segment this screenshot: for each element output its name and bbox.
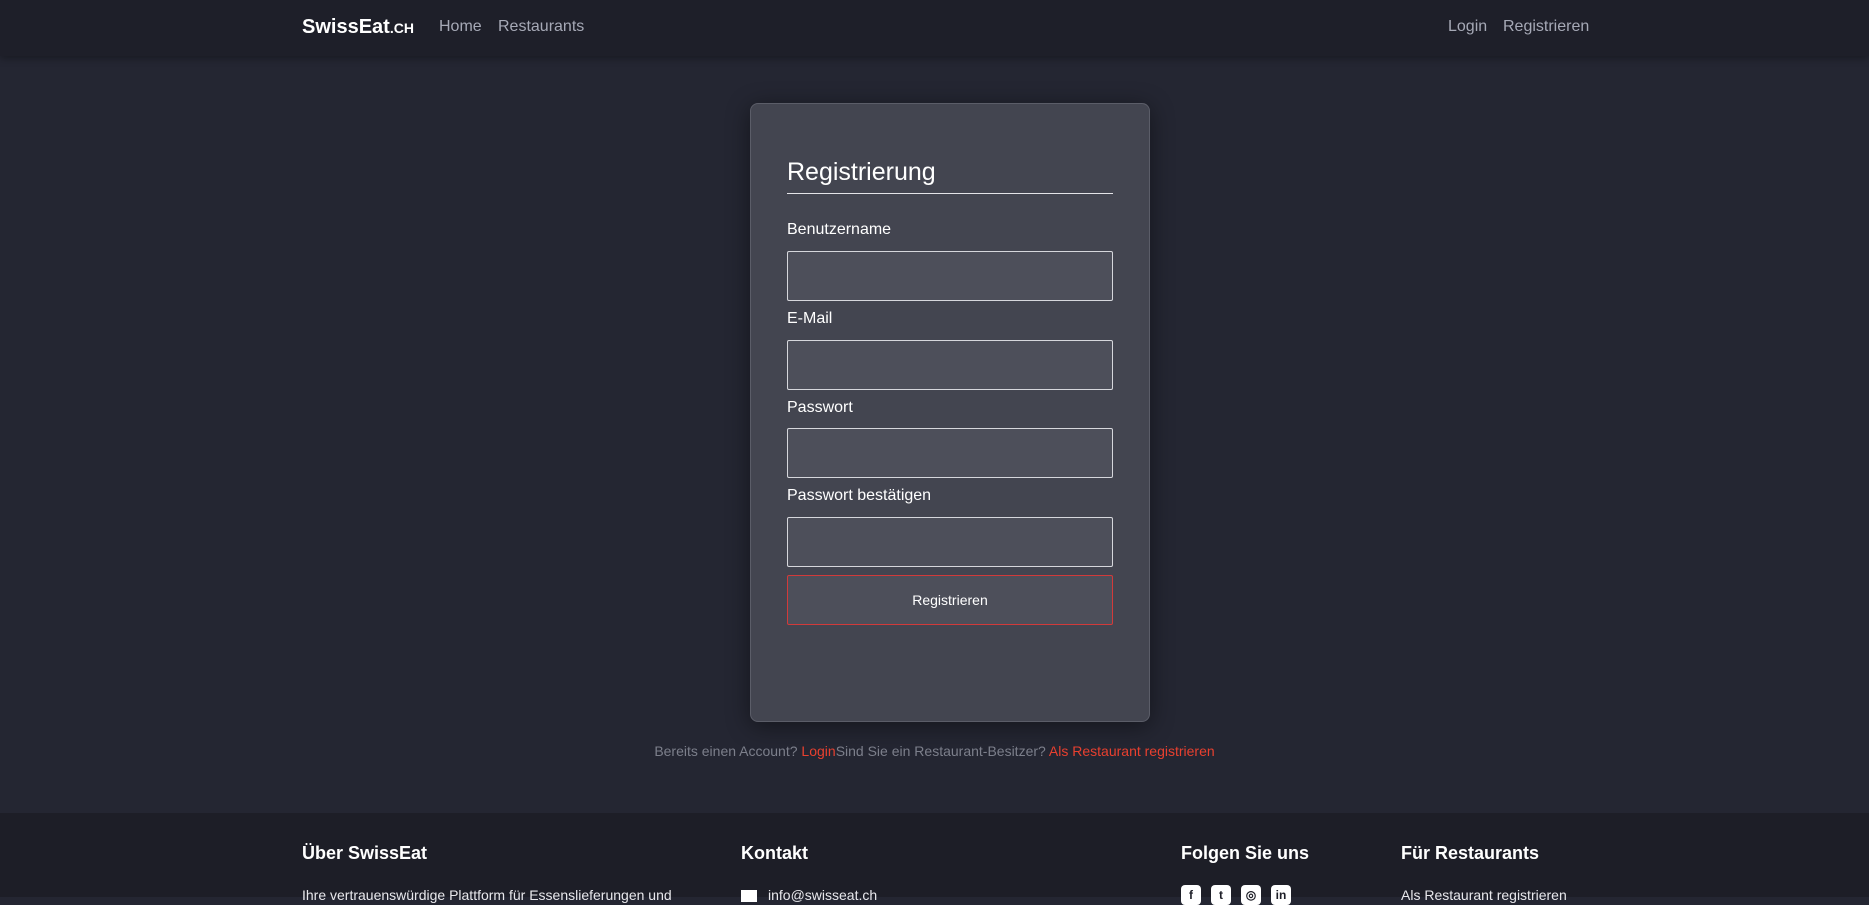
- password-input[interactable]: [787, 428, 1113, 478]
- page-footer: Über SwissEat Ihre vertrauenswürdige Pla…: [0, 813, 1869, 905]
- nav-login-link[interactable]: Login: [1448, 18, 1487, 36]
- footer-about-title: Über SwissEat: [302, 843, 428, 863]
- twitter-icon[interactable]: t: [1211, 885, 1231, 905]
- existing-account-text: Bereits einen Account?: [654, 743, 798, 759]
- facebook-icon[interactable]: f: [1181, 885, 1201, 905]
- brand-name: SwissEat: [302, 16, 390, 38]
- social-links: f t ◎ in: [1181, 885, 1291, 905]
- username-label: Benutzername: [787, 221, 892, 238]
- register-restaurant-link[interactable]: Als Restaurant registrieren: [1049, 743, 1215, 759]
- password-confirm-input[interactable]: [787, 517, 1113, 567]
- nav-restaurants-link[interactable]: Restaurants: [498, 18, 584, 36]
- envelope-icon: [741, 890, 757, 902]
- footer-follow-title: Folgen Sie uns: [1181, 843, 1310, 863]
- instagram-icon[interactable]: ◎: [1241, 885, 1261, 905]
- account-links: Bereits einen Account? LoginSind Sie ein…: [0, 743, 1869, 759]
- footer-restaurants-link[interactable]: Als Restaurant registrieren: [1401, 887, 1567, 903]
- email-label: E-Mail: [787, 310, 833, 327]
- form-title: Registrierung: [787, 158, 1113, 194]
- footer-about-text: Ihre vertrauenswürdige Plattform für Ess…: [302, 887, 672, 903]
- restaurant-owner-text: Sind Sie ein Restaurant-Besitzer?: [835, 743, 1046, 759]
- login-link[interactable]: Login: [801, 743, 835, 759]
- nav-home-link[interactable]: Home: [439, 18, 482, 36]
- nav-register-link[interactable]: Registrieren: [1503, 18, 1589, 36]
- email-input[interactable]: [787, 340, 1113, 390]
- username-input[interactable]: [787, 251, 1113, 301]
- password-confirm-label: Passwort bestätigen: [787, 487, 932, 504]
- registration-card: Registrierung Benutzername E-Mail Passwo…: [750, 103, 1150, 722]
- password-label: Passwort: [787, 399, 853, 416]
- register-submit-button[interactable]: Registrieren: [787, 575, 1113, 625]
- top-navbar: SwissEat.CH Home Restaurants Login Regis…: [0, 0, 1869, 56]
- footer-contact-title: Kontakt: [741, 843, 808, 863]
- footer-contact-email[interactable]: info@swisseat.ch: [768, 887, 877, 903]
- linkedin-icon[interactable]: in: [1271, 885, 1291, 905]
- brand-tld: .CH: [389, 20, 414, 36]
- brand-logo[interactable]: SwissEat.CH: [302, 16, 414, 39]
- footer-restaurants-title: Für Restaurants: [1401, 843, 1540, 863]
